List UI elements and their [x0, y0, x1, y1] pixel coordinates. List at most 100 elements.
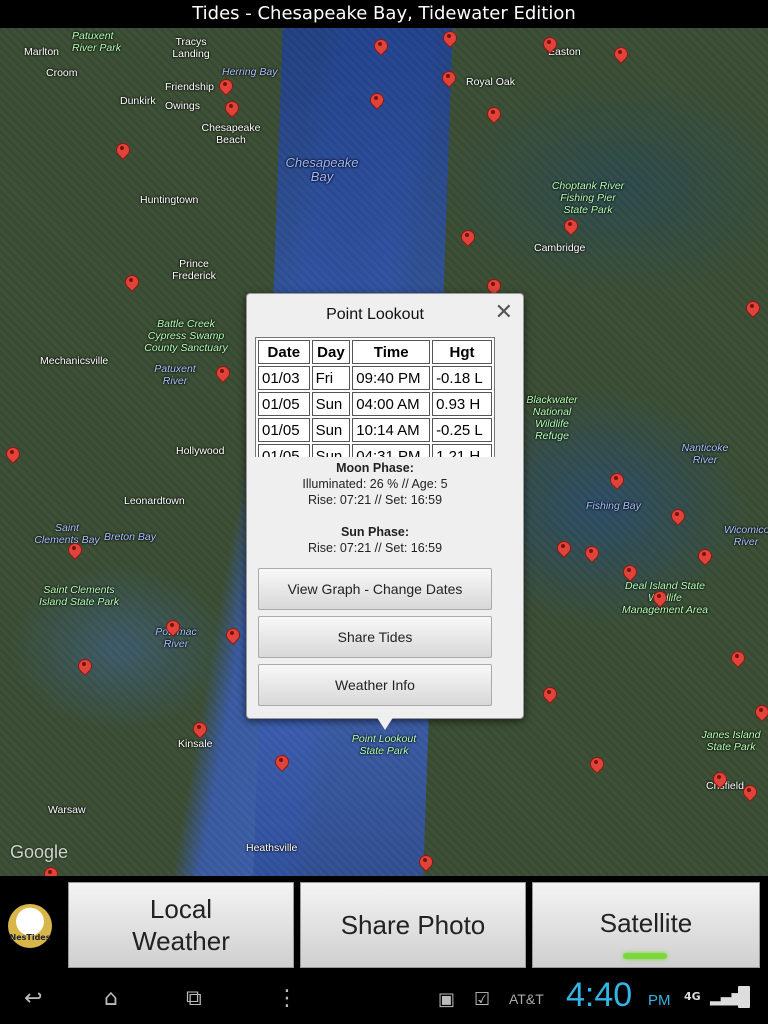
- sun-phase-heading: Sun Phase:: [340, 525, 410, 539]
- view-graph-button[interactable]: View Graph - Change Dates: [258, 568, 492, 610]
- moon-phase-heading: Moon Phase:: [336, 461, 414, 475]
- tide-station-pin[interactable]: [590, 757, 602, 773]
- tide-station-pin[interactable]: [713, 772, 725, 788]
- network-type: 4G: [684, 990, 701, 1003]
- tide-station-pin[interactable]: [755, 705, 767, 721]
- tide-station-pin[interactable]: [78, 659, 90, 675]
- map-label: Mechanicsville: [40, 355, 109, 367]
- clipboard-check-icon: ☑: [474, 989, 491, 1010]
- tide-station-pin[interactable]: [543, 37, 555, 53]
- tide-station-pin[interactable]: [442, 71, 454, 87]
- tide-table: Date Day Time Hgt 01/03 Fri 09:40 PM -0.…: [255, 337, 495, 457]
- sun-phase-section: Sun Phase: Rise: 07:21 // Set: 16:59: [247, 524, 503, 556]
- app-title: Tides - Chesapeake Bay, Tidewater Editio…: [192, 3, 576, 24]
- tide-station-pin[interactable]: [614, 47, 626, 63]
- tide-station-pin[interactable]: [275, 755, 287, 771]
- menu-icon[interactable]: ⋮: [276, 986, 298, 1011]
- tide-station-pin[interactable]: [623, 565, 635, 581]
- col-time: Time: [352, 340, 431, 364]
- tide-station-pin[interactable]: [226, 628, 238, 644]
- map-label: Wicomico River: [724, 524, 768, 548]
- tide-station-pin[interactable]: [731, 651, 743, 667]
- table-row: 01/03 Fri 09:40 PM -0.18 L: [258, 366, 492, 390]
- tide-station-pin[interactable]: [746, 301, 758, 317]
- cell-date: 01/03: [258, 366, 310, 390]
- tide-station-pin[interactable]: [653, 591, 665, 607]
- satellite-label: Satellite: [599, 908, 693, 938]
- tide-station-pin[interactable]: [193, 722, 205, 738]
- table-row: 01/05 Sun 10:14 AM -0.25 L: [258, 418, 492, 442]
- tide-station-pin[interactable]: [610, 473, 622, 489]
- map-label: Herring Bay: [222, 66, 278, 78]
- carrier-name: AT&T: [509, 991, 544, 1007]
- tide-station-pin[interactable]: [225, 101, 237, 117]
- cell-date: 01/05: [258, 418, 310, 442]
- recent-apps-icon[interactable]: ⧉: [186, 986, 202, 1011]
- cell-time: 10:14 AM: [352, 418, 431, 442]
- map-label: Breton Bay: [104, 531, 156, 543]
- tide-station-pin[interactable]: [443, 31, 455, 47]
- app-logo[interactable]: NesTides: [8, 904, 52, 948]
- cell-height: 0.93 H: [432, 392, 492, 416]
- weather-info-button[interactable]: Weather Info: [258, 664, 492, 706]
- map-label: Fishing Bay: [586, 500, 641, 512]
- tide-station-pin[interactable]: [419, 855, 431, 871]
- map-label: Chesapeake Beach: [201, 122, 261, 146]
- map-label: Tracys Landing: [172, 36, 210, 60]
- tide-station-pin[interactable]: [68, 543, 80, 559]
- moon-phase-section: Moon Phase: Illuminated: 26 % // Age: 5 …: [247, 460, 503, 508]
- tide-station-pin[interactable]: [557, 541, 569, 557]
- col-day: Day: [311, 340, 351, 364]
- tide-station-pin[interactable]: [487, 107, 499, 123]
- station-title: Point Lookout: [326, 306, 424, 323]
- cell-time: 09:40 PM: [352, 366, 431, 390]
- gallery-icon: ▣: [438, 989, 456, 1010]
- map-label: Saint Clements Bay: [34, 522, 100, 546]
- tide-station-pin[interactable]: [743, 785, 755, 801]
- map-label: Kinsale: [178, 738, 213, 750]
- map-label: Janes Island State Park: [701, 729, 761, 753]
- tide-table-header: Date Day Time Hgt: [258, 340, 492, 364]
- cell-date: 01/05: [258, 392, 310, 416]
- tide-station-pin[interactable]: [671, 509, 683, 525]
- cell-day: Sun: [311, 392, 351, 416]
- satellite-toggle-button[interactable]: Satellite: [532, 882, 760, 968]
- tide-station-pin[interactable]: [219, 79, 231, 95]
- map-label: Huntingtown: [140, 194, 199, 206]
- tide-table-scroll[interactable]: Date Day Time Hgt 01/03 Fri 09:40 PM -0.…: [255, 337, 495, 457]
- map-label: Friendship: [165, 81, 215, 93]
- tide-station-pin[interactable]: [564, 219, 576, 235]
- cell-height: -0.25 L: [432, 418, 492, 442]
- tide-station-pin[interactable]: [44, 867, 56, 876]
- moon-rise-set: Rise: 07:21 // Set: 16:59: [307, 493, 443, 507]
- tide-station-pin[interactable]: [370, 93, 382, 109]
- home-icon[interactable]: ⌂: [104, 986, 118, 1011]
- tide-station-pin[interactable]: [543, 687, 555, 703]
- tide-station-pin[interactable]: [216, 366, 228, 382]
- map-label: Croom: [46, 67, 78, 79]
- close-icon[interactable]: ✕: [495, 300, 513, 325]
- tide-station-pin[interactable]: [585, 546, 597, 562]
- app-title-bar: Tides - Chesapeake Bay, Tidewater Editio…: [0, 0, 768, 28]
- map-label: Choptank River Fishing Pier State Park: [551, 180, 625, 216]
- map-label: Saint Clements Island State Park: [39, 584, 119, 608]
- map-label: Warsaw: [48, 804, 86, 816]
- share-photo-button[interactable]: Share Photo: [300, 882, 526, 968]
- share-tides-button[interactable]: Share Tides: [258, 616, 492, 658]
- moon-illumination: Illuminated: 26 % // Age: 5: [302, 477, 448, 491]
- tide-station-pin[interactable]: [6, 447, 18, 463]
- satellite-active-indicator: [623, 953, 667, 959]
- cell-date: 01/05: [258, 444, 310, 457]
- tide-station-pin[interactable]: [116, 143, 128, 159]
- table-row: 01/05 Sun 04:31 PM 1.21 H: [258, 444, 492, 457]
- tide-station-pin[interactable]: [461, 230, 473, 246]
- tide-station-pin[interactable]: [125, 275, 137, 291]
- local-weather-button[interactable]: Local Weather: [68, 882, 294, 968]
- back-icon[interactable]: ↩: [24, 986, 42, 1011]
- tide-station-pin[interactable]: [698, 549, 710, 565]
- map-label: Cambridge: [534, 242, 586, 254]
- tide-station-pin[interactable]: [374, 39, 386, 55]
- map-label: Heathsville: [246, 842, 298, 854]
- tide-station-pin[interactable]: [166, 620, 178, 636]
- map-label: Prince Frederick: [172, 258, 216, 282]
